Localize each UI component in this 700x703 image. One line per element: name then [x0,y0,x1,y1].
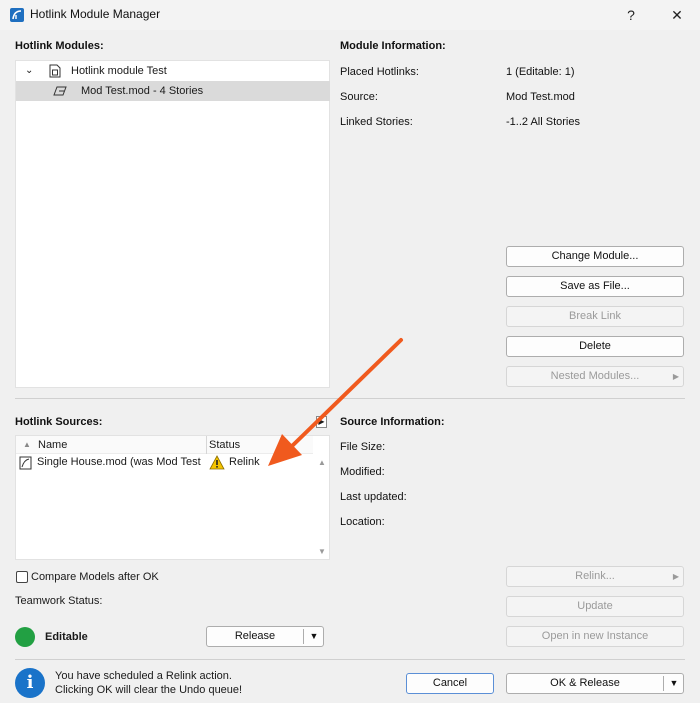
annotation-arrow-icon [268,338,403,466]
